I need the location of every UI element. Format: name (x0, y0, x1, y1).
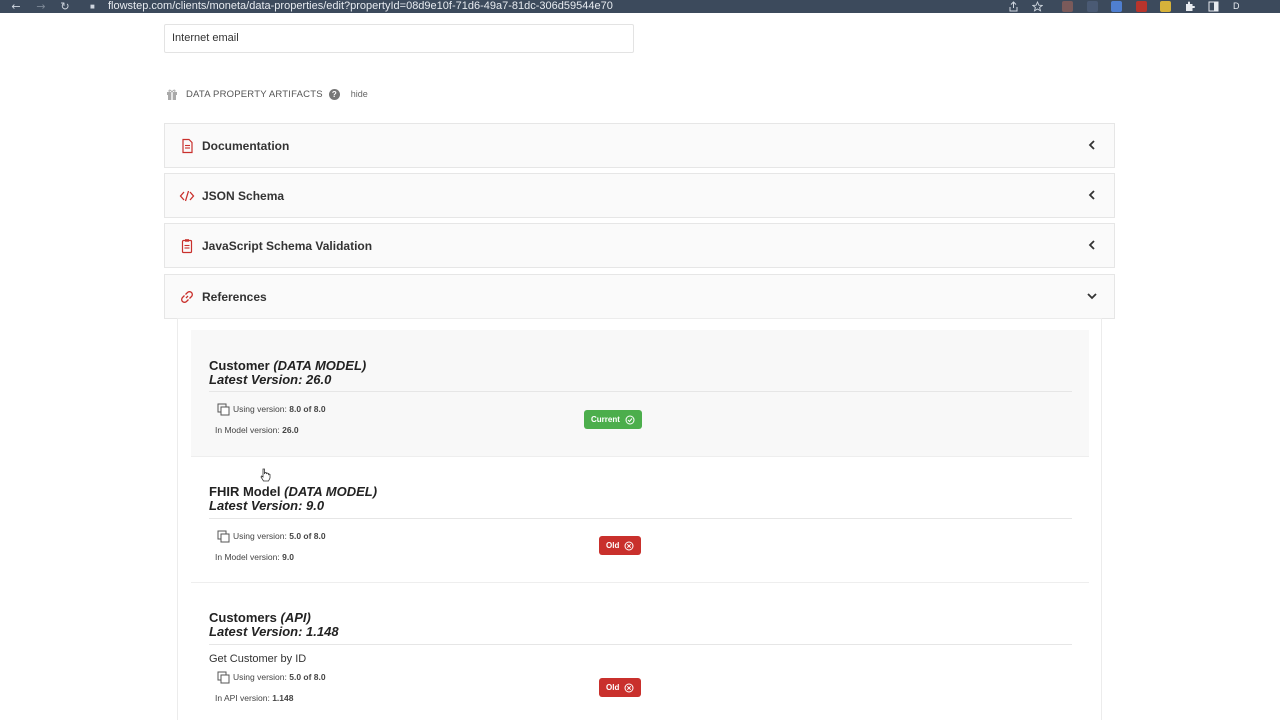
using-version: Using version: 8.0 of 8.0 (233, 404, 326, 414)
reference-title: Customer (DATA MODEL) (209, 358, 366, 373)
panel-documentation[interactable]: Documentation (164, 123, 1115, 168)
clipboard-icon (181, 239, 193, 254)
reference-item: Customers (API) Latest Version: 1.148 Ge… (191, 583, 1089, 720)
using-version: Using version: 5.0 of 8.0 (233, 672, 326, 682)
lock-icon: ■ (90, 2, 95, 11)
panel-js-schema-validation[interactable]: JavaScript Schema Validation (164, 223, 1115, 268)
translate-icon[interactable] (1111, 1, 1122, 12)
reference-name: Customers (209, 610, 277, 625)
panel-title: Documentation (202, 138, 290, 153)
reference-item: Customer (DATA MODEL) Latest Version: 26… (191, 330, 1089, 457)
divider (209, 391, 1072, 392)
using-version: Using version: 5.0 of 8.0 (233, 531, 326, 541)
divider (209, 644, 1072, 645)
copy-icon[interactable] (217, 530, 230, 543)
forward-arrow-icon[interactable]: → (29, 0, 53, 13)
artifacts-title: DATA PROPERTY ARTIFACTS (186, 88, 323, 100)
reload-icon[interactable]: ↻ (53, 0, 77, 13)
reference-title: FHIR Model (DATA MODEL) (209, 484, 377, 499)
reference-title: Customers (API) (209, 610, 311, 625)
email-type-field[interactable]: Internet email (164, 24, 634, 53)
copy-icon[interactable] (217, 403, 230, 416)
panel-references[interactable]: References (164, 274, 1115, 319)
hide-link[interactable]: hide (351, 89, 368, 99)
model-version: In Model version: 9.0 (215, 552, 294, 562)
x-circle-icon (624, 541, 634, 550)
browser-toolbar: ← → ↻ ■ flowstep.com/clients/moneta/data… (0, 0, 1280, 13)
api-version: In API version: 1.148 (215, 693, 294, 703)
panel-title: JavaScript Schema Validation (202, 238, 373, 253)
x-circle-icon (624, 683, 634, 692)
extension-red-icon[interactable] (1136, 1, 1147, 12)
code-icon (179, 190, 195, 202)
reference-latest-version: Latest Version: 9.0 (209, 498, 325, 513)
gift-icon (167, 89, 177, 100)
back-arrow-icon[interactable]: ← (4, 0, 28, 13)
chevron-left-icon[interactable] (1086, 189, 1098, 201)
reference-endpoint: Get Customer by ID (209, 653, 307, 665)
question-circle-icon[interactable]: ? (328, 88, 340, 100)
extension-icon[interactable] (1087, 1, 1098, 12)
hand-cursor-icon (260, 468, 271, 482)
model-version: In Model version: 26.0 (215, 425, 299, 435)
address-bar[interactable]: flowstep.com/clients/moneta/data-propert… (108, 0, 613, 13)
panel-title: JSON Schema (202, 188, 285, 203)
reference-type: (API) (280, 610, 311, 625)
reference-latest-version: Latest Version: 26.0 (209, 372, 332, 387)
extension-off-icon[interactable] (1062, 1, 1073, 12)
reference-item: FHIR Model (DATA MODEL) Latest Version: … (191, 457, 1089, 583)
share-icon[interactable] (1008, 1, 1019, 12)
status-badge[interactable]: Old (599, 678, 642, 697)
status-badge[interactable]: Old (599, 536, 642, 555)
artifacts-header: DATA PROPERTY ARTIFACTS ? hide (166, 86, 368, 102)
panel-title: References (202, 289, 267, 304)
chevron-left-icon[interactable] (1086, 239, 1098, 251)
reference-name: FHIR Model (209, 484, 281, 499)
reference-name: Customer (209, 358, 270, 373)
panel-json-schema[interactable]: JSON Schema (164, 173, 1115, 218)
check-circle-icon (625, 415, 635, 424)
reference-type: (DATA MODEL) (273, 358, 367, 373)
status-badge[interactable]: Current (584, 410, 642, 429)
reference-type: (DATA MODEL) (284, 484, 378, 499)
divider (209, 518, 1072, 519)
chevron-down-icon[interactable] (1086, 290, 1098, 302)
link-icon (181, 291, 193, 303)
chevron-left-icon[interactable] (1086, 139, 1098, 151)
extension-yellow-icon[interactable] (1160, 1, 1171, 12)
star-icon[interactable] (1032, 1, 1043, 12)
reference-latest-version: Latest Version: 1.148 (209, 624, 339, 639)
sidebar-icon[interactable] (1208, 1, 1219, 12)
puzzle-icon[interactable] (1184, 1, 1195, 12)
profile-avatar[interactable]: D (1233, 0, 1240, 13)
document-icon (182, 138, 193, 154)
copy-icon[interactable] (217, 671, 230, 684)
